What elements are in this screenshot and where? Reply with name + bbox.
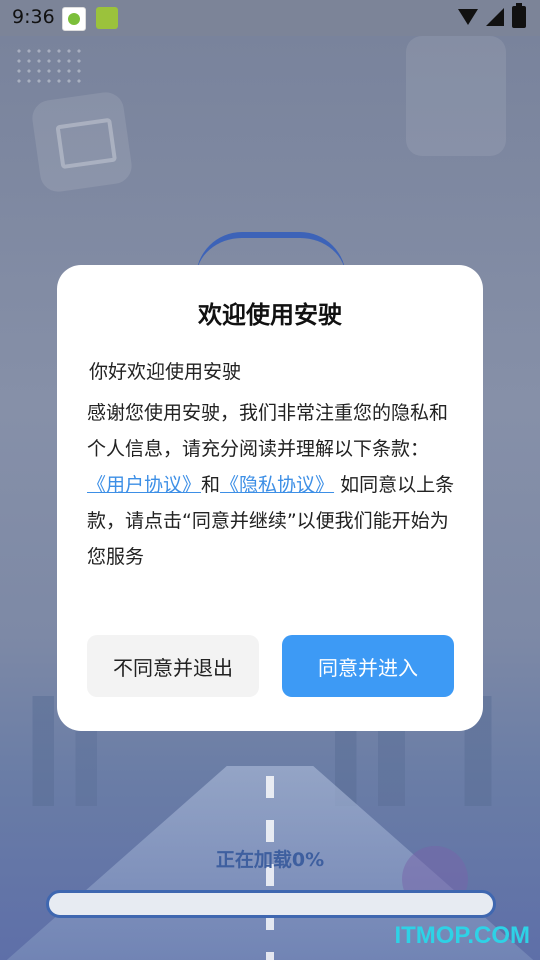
signal-icon (486, 8, 504, 26)
battery-icon (512, 3, 526, 28)
status-indicators (458, 3, 526, 28)
status-bar: 9:36 (0, 0, 540, 36)
app-notification-icon (62, 7, 86, 31)
watermark: ITMOP.COM (394, 922, 530, 949)
checklist-icon (406, 36, 506, 156)
dialog-greeting: 你好欢迎使用安驶 (89, 361, 242, 383)
decline-exit-button[interactable]: 不同意并退出 (87, 635, 259, 697)
status-time: 9:36 (12, 6, 55, 28)
loading-text: 正在加载0% (215, 849, 325, 871)
wifi-icon (458, 9, 478, 25)
dialog-body: 感谢您使用安驶，我们非常注重您的隐私和个人信息，请充分阅读并理解以下条款： 《用… (87, 395, 457, 575)
app-notification-icon-2 (96, 7, 118, 29)
loading-progress-bar (46, 890, 496, 918)
body-intro: 感谢您使用安驶，我们非常注重您的隐私和个人信息，请充分阅读并理解以下条款： (87, 402, 449, 460)
privacy-dialog: 欢迎使用安驶 你好欢迎使用安驶 感谢您使用安驶，我们非常注重您的隐私和个人信息，… (57, 265, 483, 731)
dialog-title: 欢迎使用安驶 (198, 301, 342, 329)
privacy-agreement-link[interactable]: 《隐私协议》 (220, 474, 334, 496)
book-icon (30, 90, 134, 194)
decorative-dots (14, 46, 84, 86)
user-agreement-link[interactable]: 《用户协议》 (87, 474, 201, 496)
body-conjunction: 和 (201, 474, 221, 496)
accept-enter-button[interactable]: 同意并进入 (282, 635, 454, 697)
